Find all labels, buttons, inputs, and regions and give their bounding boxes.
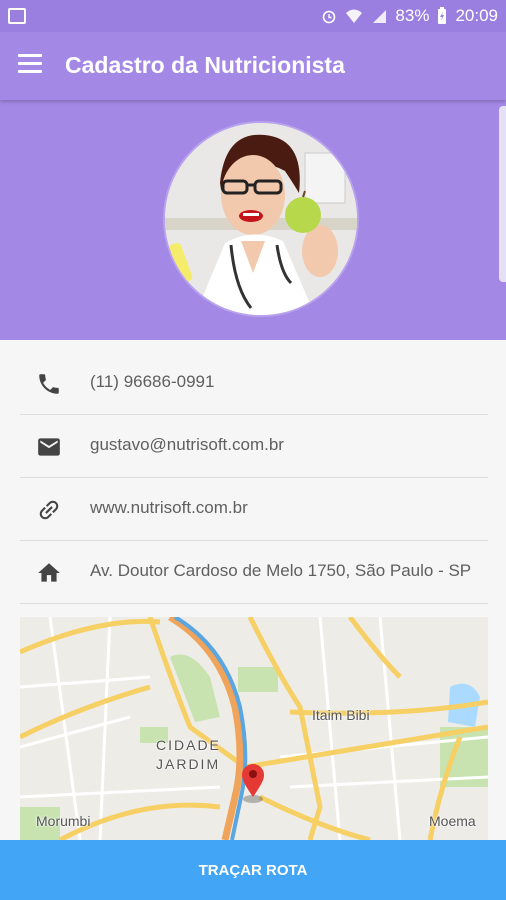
map-label-jardim: JARDIM — [156, 756, 221, 772]
trace-route-button[interactable]: TRAÇAR ROTA — [0, 840, 506, 900]
wifi-icon — [346, 9, 363, 23]
profile-header — [0, 100, 506, 340]
image-notification-icon — [8, 8, 26, 24]
map-label-morumbi: Morumbi — [36, 813, 91, 829]
location-pin-icon — [242, 764, 264, 803]
battery-percent: 83% — [395, 6, 430, 25]
phone-row[interactable]: (11) 96686-0991 — [20, 352, 488, 415]
website-text: www.nutrisoft.com.br — [90, 498, 248, 517]
map-label-itaim: Itaim Bibi — [312, 707, 370, 723]
map-label-moema: Moema — [429, 813, 476, 829]
page-title: Cadastro da Nutricionista — [65, 52, 345, 78]
map-label-cidade: CIDADE — [156, 737, 221, 753]
address-row[interactable]: Av. Doutor Cardoso de Melo 1750, São Pau… — [20, 541, 488, 604]
phone-text: (11) 96686-0991 — [90, 372, 215, 391]
alarm-icon — [323, 10, 336, 24]
signal-icon — [373, 10, 387, 23]
phone-icon — [39, 374, 59, 394]
map-view[interactable]: Itaim Bibi CIDADE JARDIM Morumbi Moema — [20, 617, 488, 840]
email-row[interactable]: gustavo@nutrisoft.com.br — [20, 415, 488, 478]
hamburger-menu-icon[interactable] — [18, 54, 42, 74]
battery-charging-icon — [438, 7, 447, 24]
home-icon — [38, 563, 60, 582]
website-row[interactable]: www.nutrisoft.com.br — [20, 478, 488, 541]
map-roads — [20, 617, 488, 840]
scroll-indicator — [499, 106, 506, 282]
link-icon — [39, 500, 59, 520]
status-icons: 83% 20:09 — [321, 6, 498, 26]
status-bar: 83% 20:09 — [0, 0, 506, 32]
address-text: Av. Doutor Cardoso de Melo 1750, São Pau… — [90, 561, 472, 580]
app-bar: Cadastro da Nutricionista — [0, 32, 506, 100]
email-text: gustavo@nutrisoft.com.br — [90, 435, 284, 454]
email-icon — [38, 438, 60, 456]
avatar — [163, 121, 359, 317]
clock: 20:09 — [455, 6, 498, 25]
